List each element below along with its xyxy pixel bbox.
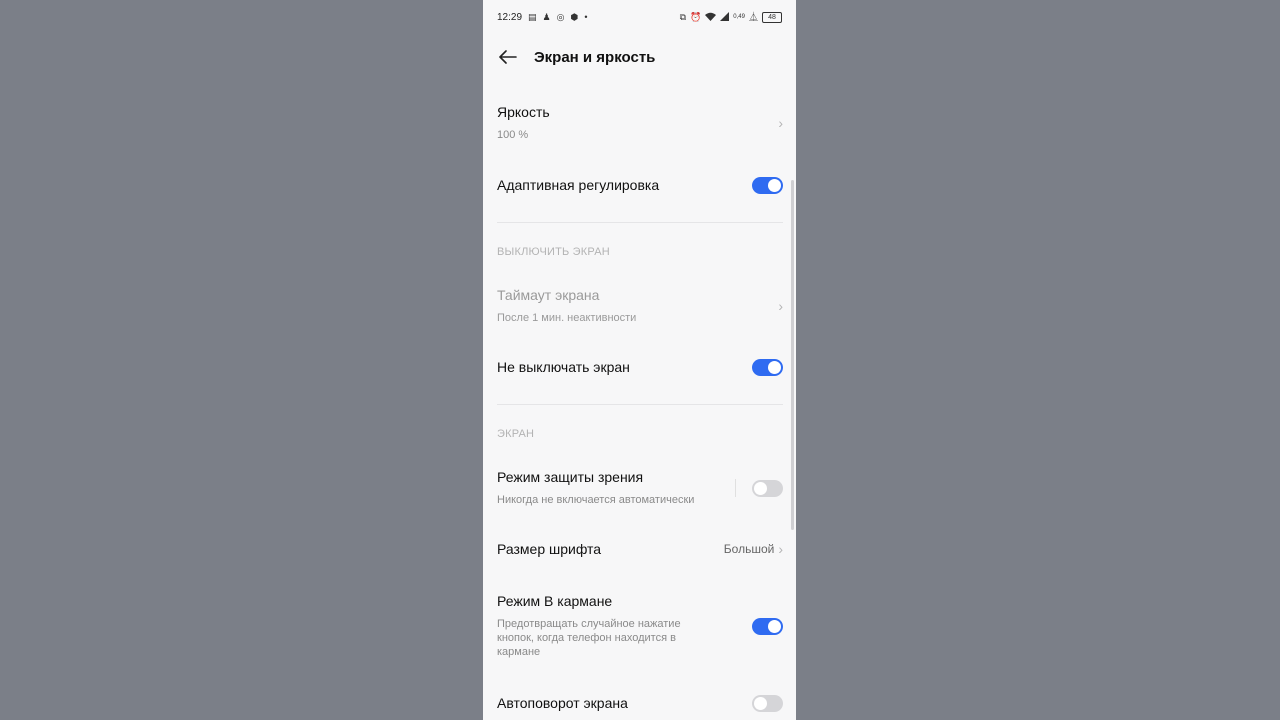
status-time: 12:29 bbox=[497, 11, 523, 23]
signal-icon bbox=[720, 11, 730, 23]
bluetooth-icon: ⏅ bbox=[748, 11, 758, 22]
keep-screen-on-label: Не выключать экран bbox=[497, 359, 630, 375]
scrollbar[interactable] bbox=[791, 180, 794, 530]
timeout-value: После 1 мин. неактивности bbox=[497, 312, 637, 324]
vpn-icon: ⬢ bbox=[570, 11, 579, 22]
wifi-icon bbox=[705, 12, 717, 23]
alarm-icon: ⏰ bbox=[690, 11, 702, 22]
divider bbox=[497, 222, 783, 223]
auto-rotate-toggle[interactable] bbox=[752, 694, 783, 712]
eye-protection-label: Режим защиты зрения bbox=[497, 469, 644, 485]
back-arrow-icon[interactable] bbox=[496, 45, 520, 69]
brightness-value: 100 % bbox=[497, 129, 529, 141]
adaptive-toggle[interactable] bbox=[752, 176, 783, 194]
battery-icon: 48 bbox=[762, 11, 782, 23]
pocket-mode-item[interactable]: Режим В кармане Предотвращать случайное … bbox=[497, 592, 783, 660]
pocket-mode-toggle[interactable] bbox=[752, 617, 783, 635]
chevron-right-icon: › bbox=[778, 298, 783, 314]
pocket-mode-label: Режим В кармане bbox=[497, 593, 613, 609]
section-screen-off: ВЫКЛЮЧИТЬ ЭКРАН bbox=[497, 246, 610, 258]
chevron-right-icon: › bbox=[778, 115, 783, 131]
message-icon: ▤ bbox=[528, 11, 537, 22]
font-size-label: Размер шрифта bbox=[497, 541, 602, 557]
auto-rotate-item[interactable]: Автоповорот экрана bbox=[497, 693, 783, 713]
brightness-label: Яркость bbox=[497, 104, 550, 120]
dot-icon: • bbox=[584, 11, 588, 22]
section-screen: ЭКРАН bbox=[497, 428, 535, 440]
phone-screen: 12:29 ▤ ♟ ◎ ⬢ • ⧉ ⏰ 0,49 ⏅ 48 Экран и яр… bbox=[483, 0, 796, 720]
cast-icon: ⧉ bbox=[679, 11, 687, 22]
keep-screen-on-item[interactable]: Не выключать экран bbox=[497, 357, 783, 377]
timeout-label: Таймаут экрана bbox=[497, 287, 600, 303]
pocket-mode-value: Предотвращать случайное нажатие кнопок, … bbox=[497, 618, 681, 658]
adaptive-brightness-item[interactable]: Адаптивная регулировка bbox=[497, 175, 783, 195]
app-header: Экран и яркость bbox=[483, 38, 796, 76]
auto-rotate-label: Автоповорот экрана bbox=[497, 695, 628, 711]
snapchat-icon: ♟ bbox=[542, 11, 551, 22]
chevron-right-icon: › bbox=[778, 541, 783, 557]
eye-protection-value: Никогда не включается автоматически bbox=[497, 494, 695, 506]
eye-protection-item[interactable]: Режим защиты зрения Никогда не включаетс… bbox=[497, 466, 783, 510]
screen-timeout-item[interactable]: Таймаут экрана После 1 мин. неактивности… bbox=[497, 284, 783, 328]
speed-icon: 0,49 bbox=[733, 14, 745, 20]
brightness-item[interactable]: Яркость 100 % › bbox=[497, 100, 783, 146]
divider bbox=[497, 404, 783, 405]
status-bar: 12:29 ▤ ♟ ◎ ⬢ • ⧉ ⏰ 0,49 ⏅ 48 bbox=[483, 0, 796, 34]
adaptive-label: Адаптивная регулировка bbox=[497, 177, 660, 193]
font-size-item[interactable]: Размер шрифта Большой › bbox=[497, 539, 783, 559]
page-title: Экран и яркость bbox=[534, 48, 656, 66]
font-size-value: Большой bbox=[723, 542, 775, 556]
separator bbox=[735, 479, 736, 497]
keep-screen-on-toggle[interactable] bbox=[752, 358, 783, 376]
viber-icon: ◎ bbox=[556, 11, 565, 22]
eye-protection-toggle[interactable] bbox=[752, 479, 783, 497]
